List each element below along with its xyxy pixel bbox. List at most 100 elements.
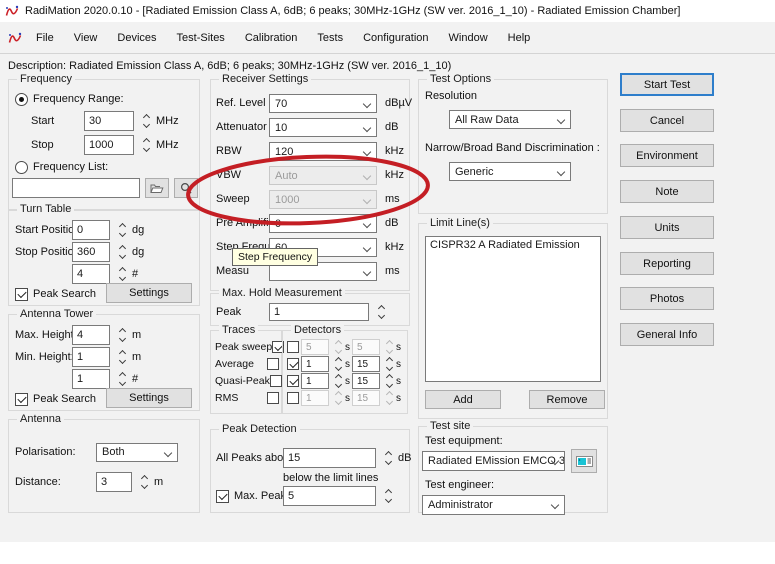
menu-file[interactable]: File — [26, 28, 64, 48]
menu-devices[interactable]: Devices — [107, 28, 166, 48]
down-arrow-icon[interactable] — [384, 457, 392, 466]
stop-position-stepper[interactable] — [117, 244, 127, 260]
down-arrow-icon[interactable] — [385, 380, 393, 389]
distance-input[interactable]: 3 — [96, 472, 132, 492]
test-site-group: Test site Test equipment: Radiated EMiss… — [418, 420, 608, 515]
limit-line-item[interactable]: CISPR32 A Radiated Emission — [426, 237, 600, 253]
down-arrow-icon[interactable] — [118, 273, 126, 282]
menu-help[interactable]: Help — [498, 28, 541, 48]
frequency-start-stepper[interactable] — [141, 113, 151, 129]
pre-amplifier-select[interactable]: 0 — [269, 214, 377, 233]
detector-2-hold-stepper[interactable] — [384, 356, 394, 372]
detector-4-checkbox[interactable] — [287, 392, 299, 404]
limit-lines-listbox[interactable]: CISPR32 A Radiated Emission — [425, 236, 601, 382]
start-test-button[interactable]: Start Test — [620, 73, 714, 96]
ref-level-select[interactable]: 70 — [269, 94, 377, 113]
attenuator-select[interactable]: 10 — [269, 118, 377, 137]
search-frequency-list-button[interactable] — [174, 178, 198, 198]
frequency-list-radio[interactable] — [15, 160, 28, 174]
tower-peak-search-checkbox[interactable] — [15, 392, 28, 406]
test-equipment-select[interactable]: Radiated EMission EMCO 3142 — [422, 451, 565, 471]
down-arrow-icon[interactable] — [118, 334, 126, 343]
tower-steps-input[interactable]: 1 — [72, 369, 110, 389]
menu-tests[interactable]: Tests — [307, 28, 353, 48]
detector-1-checkbox[interactable] — [287, 341, 299, 353]
down-arrow-icon[interactable] — [118, 356, 126, 365]
all-peaks-above-stepper[interactable] — [383, 450, 393, 466]
detector-2-hold-input[interactable]: 15 — [352, 356, 380, 372]
turn-table-peak-search-checkbox[interactable] — [15, 287, 28, 301]
frequency-start-input[interactable]: 30 — [84, 111, 134, 131]
add-limit-line-button[interactable]: Add — [425, 390, 501, 409]
radimation-menu-icon[interactable] — [8, 32, 22, 44]
down-arrow-icon[interactable] — [118, 251, 126, 260]
photos-button[interactable]: Photos — [620, 287, 714, 310]
detector-3-time-stepper[interactable] — [333, 373, 343, 389]
detector-2-time-input[interactable]: 1 — [301, 356, 329, 372]
cancel-button[interactable]: Cancel — [620, 109, 714, 132]
max-height-stepper[interactable] — [117, 327, 127, 343]
down-arrow-icon[interactable] — [385, 363, 393, 372]
menu-test-sites[interactable]: Test-Sites — [167, 28, 235, 48]
reporting-button[interactable]: Reporting — [620, 252, 714, 275]
frequency-stop-stepper[interactable] — [141, 137, 151, 153]
general-info-button[interactable]: General Info — [620, 323, 714, 346]
environment-button[interactable]: Environment — [620, 144, 714, 167]
down-arrow-icon[interactable] — [377, 311, 385, 320]
start-position-input[interactable]: 0 — [72, 220, 110, 240]
attenuator-value: 10 — [275, 121, 288, 134]
menu-configuration[interactable]: Configuration — [353, 28, 438, 48]
max-peaks-checkbox[interactable] — [216, 489, 229, 503]
all-peaks-above-input[interactable]: 15 — [283, 448, 376, 468]
detector-3-checkbox[interactable] — [287, 375, 299, 387]
stop-position-input[interactable]: 360 — [72, 242, 110, 262]
max-hold-peak-stepper[interactable] — [376, 304, 386, 320]
down-arrow-icon[interactable] — [384, 495, 392, 504]
detector-3-time-input[interactable]: 1 — [301, 373, 329, 389]
min-height-stepper[interactable] — [117, 349, 127, 365]
nbb-discrimination-label: Narrow/Broad Band Discrimination : — [425, 142, 600, 154]
frequency-range-radio[interactable] — [15, 92, 28, 106]
detector-2-checkbox[interactable] — [287, 358, 299, 370]
max-peaks-input[interactable]: 5 — [283, 486, 376, 506]
turn-table-steps-stepper[interactable] — [117, 266, 127, 282]
max-peaks-stepper[interactable] — [383, 488, 393, 504]
down-arrow-icon[interactable] — [142, 144, 150, 153]
down-arrow-icon[interactable] — [334, 380, 342, 389]
remove-limit-line-button[interactable]: Remove — [529, 390, 605, 409]
tower-settings-button[interactable]: Settings — [106, 388, 192, 408]
menu-window[interactable]: Window — [439, 28, 498, 48]
resolution-select[interactable]: All Raw Data — [449, 110, 571, 129]
start-position-stepper[interactable] — [117, 222, 127, 238]
note-button[interactable]: Note — [620, 180, 714, 203]
trace-quasi-peak-checkbox[interactable] — [269, 375, 282, 387]
menu-calibration[interactable]: Calibration — [235, 28, 308, 48]
rbw-select[interactable]: 120 — [269, 142, 377, 161]
test-engineer-select[interactable]: Administrator — [422, 495, 565, 515]
max-hold-peak-input[interactable]: 1 — [269, 303, 369, 321]
trace-rms-checkbox[interactable] — [267, 392, 279, 404]
min-height-input[interactable]: 1 — [72, 347, 110, 367]
polarisation-select[interactable]: Both — [96, 442, 178, 462]
nbb-discrimination-select[interactable]: Generic — [449, 162, 571, 181]
frequency-stop-input[interactable]: 1000 — [84, 135, 134, 155]
down-arrow-icon[interactable] — [140, 481, 148, 490]
detector-3-hold-input[interactable]: 15 — [352, 373, 380, 389]
down-arrow-icon[interactable] — [118, 229, 126, 238]
down-arrow-icon[interactable] — [334, 363, 342, 372]
menu-view[interactable]: View — [64, 28, 108, 48]
max-height-input[interactable]: 4 — [72, 325, 110, 345]
turn-table-settings-button[interactable]: Settings — [106, 283, 192, 303]
browse-button[interactable] — [145, 178, 169, 198]
frequency-list-input[interactable] — [12, 178, 140, 198]
distance-stepper[interactable] — [139, 474, 149, 490]
units-button[interactable]: Units — [620, 216, 714, 239]
detector-2-time-stepper[interactable] — [333, 356, 343, 372]
down-arrow-icon[interactable] — [118, 378, 126, 387]
tower-steps-stepper[interactable] — [117, 371, 127, 387]
down-arrow-icon[interactable] — [142, 120, 150, 129]
trace-average-checkbox[interactable] — [267, 358, 279, 370]
test-equipment-device-button[interactable] — [571, 449, 597, 473]
turn-table-steps-input[interactable]: 4 — [72, 264, 110, 284]
detector-3-hold-stepper[interactable] — [384, 373, 394, 389]
